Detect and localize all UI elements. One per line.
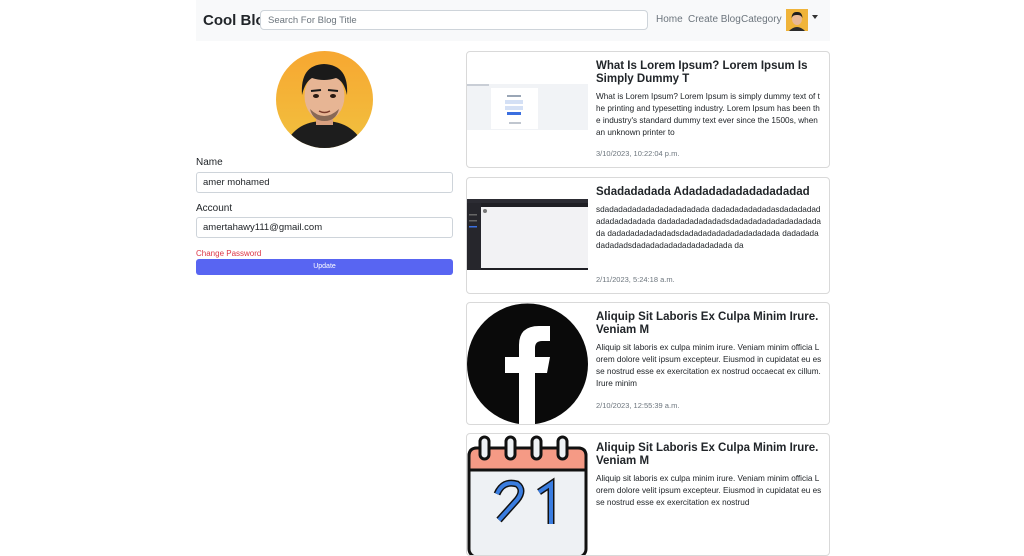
post-thumbnail — [467, 52, 588, 167]
nav-home-link[interactable]: Home — [656, 14, 683, 25]
user-avatar[interactable] — [786, 9, 808, 31]
post-title[interactable]: Sdadadadada Adadadadadadadadadad — [596, 186, 823, 199]
post-excerpt: What is Lorem Ipsum? Lorem Ipsum is simp… — [596, 92, 820, 137]
post-date: 2/10/2023, 12:55:39 a.m. — [596, 401, 680, 410]
account-field[interactable] — [196, 217, 453, 238]
navbar: Cool Blog Home Create Blog Category — [196, 0, 830, 41]
post-excerpt: Aliquip sit laboris ex culpa minim irure… — [596, 474, 822, 507]
post-title[interactable]: Aliquip Sit Laboris Ex Culpa Minim Irure… — [596, 311, 823, 337]
post-card[interactable]: Aliquip Sit Laboris Ex Culpa Minim Irure… — [466, 433, 830, 556]
profile-avatar — [276, 51, 373, 148]
post-date: 3/10/2023, 10:22:04 p.m. — [596, 149, 680, 158]
calendar-icon — [467, 434, 588, 555]
post-card[interactable]: Sdadadadada Adadadadadadadadadad sdadada… — [466, 177, 830, 294]
name-field[interactable] — [196, 172, 453, 193]
nav-create-blog-link[interactable]: Create Blog — [688, 14, 741, 25]
update-button[interactable]: Update — [196, 259, 453, 275]
post-excerpt: Aliquip sit laboris ex culpa minim irure… — [596, 343, 822, 388]
post-title[interactable]: What Is Lorem Ipsum? Lorem Ipsum Is Simp… — [596, 60, 823, 86]
chevron-down-icon[interactable] — [812, 15, 818, 19]
name-label: Name — [196, 157, 223, 168]
post-thumbnail — [467, 178, 588, 293]
change-password-link[interactable]: Change Password — [196, 249, 261, 258]
post-card[interactable]: What Is Lorem Ipsum? Lorem Ipsum Is Simp… — [466, 51, 830, 168]
post-excerpt: sdadadadadadadadadadadada dadadadadadada… — [596, 205, 821, 250]
post-card[interactable]: Aliquip Sit Laboris Ex Culpa Minim Irure… — [466, 302, 830, 425]
post-title[interactable]: Aliquip Sit Laboris Ex Culpa Minim Irure… — [596, 442, 823, 468]
post-date: 2/11/2023, 5:24:18 a.m. — [596, 275, 675, 284]
search-input[interactable] — [260, 10, 648, 30]
facebook-logo-icon — [467, 303, 588, 424]
nav-category-link[interactable]: Category — [741, 14, 782, 25]
account-label: Account — [196, 203, 233, 214]
